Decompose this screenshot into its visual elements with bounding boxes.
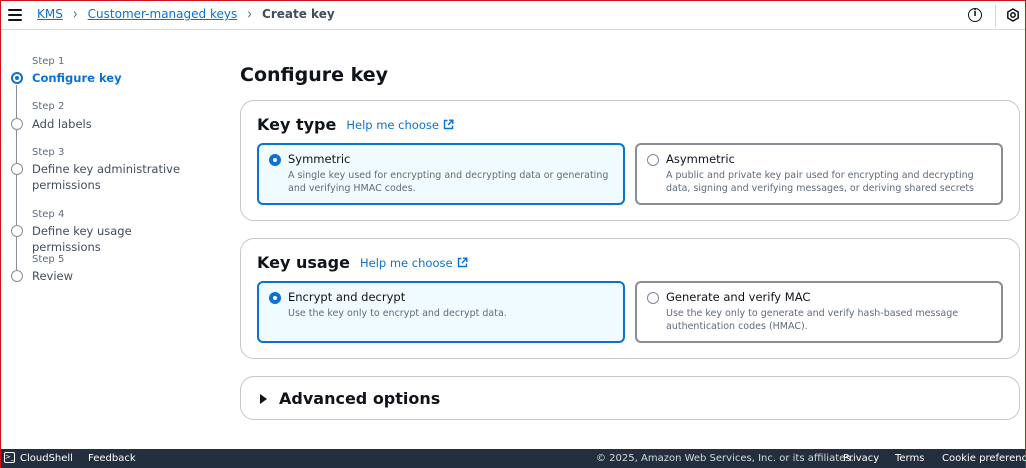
option-title: Generate and verify MAC — [666, 290, 811, 304]
step-label-define-key-usage[interactable]: Define key usage permissions — [32, 223, 202, 255]
page-title: Configure key — [240, 64, 389, 86]
option-title: Symmetric — [288, 152, 351, 166]
option-description: A public and private key pair used for e… — [666, 170, 974, 194]
key-type-help-link[interactable]: Help me choose — [346, 118, 454, 132]
terminal-icon[interactable]: >_ — [4, 452, 15, 463]
step-indicator — [11, 163, 23, 175]
key-type-title: Key type — [257, 115, 337, 134]
key-usage-title: Key usage — [257, 253, 350, 272]
symmetric-option[interactable]: Symmetric A single key used for encrypti… — [257, 143, 625, 205]
advanced-options-panel[interactable]: Advanced options — [240, 376, 1020, 420]
step-number: Step 4 — [32, 209, 65, 220]
info-icon[interactable]: i — [968, 8, 982, 22]
settings-icon[interactable] — [1006, 8, 1020, 22]
key-usage-panel: Key usage Help me choose Encrypt and dec… — [240, 238, 1020, 359]
hamburger-icon[interactable] — [8, 9, 22, 21]
terms-link[interactable]: Terms — [895, 453, 924, 464]
option-description: Use the key only to encrypt and decrypt … — [288, 308, 507, 319]
step-number: Step 1 — [32, 56, 65, 67]
copyright-text: © 2025, Amazon Web Services, Inc. or its… — [596, 453, 854, 464]
asymmetric-radio[interactable] — [647, 154, 659, 166]
step-number: Step 2 — [32, 101, 65, 112]
option-title: Encrypt and decrypt — [288, 290, 406, 304]
advanced-options-title: Advanced options — [279, 389, 441, 408]
help-link-label: Help me choose — [346, 117, 439, 132]
privacy-link[interactable]: Privacy — [843, 453, 879, 464]
step-indicator — [11, 270, 23, 282]
step-indicator — [11, 118, 23, 130]
key-usage-header: Key usage Help me choose — [257, 253, 468, 272]
external-link-icon — [443, 119, 454, 130]
cloudshell-link[interactable]: CloudShell — [20, 453, 73, 464]
cookie-preferences-link[interactable]: Cookie preferences — [942, 453, 1026, 464]
step-label-define-key-admin[interactable]: Define key administrative permissions — [32, 161, 182, 193]
external-link-icon — [457, 257, 468, 268]
option-title: Asymmetric — [666, 152, 735, 166]
step-connector — [16, 130, 17, 164]
step-connector — [16, 85, 17, 119]
help-link-label: Help me choose — [359, 255, 453, 270]
step-number: Step 3 — [32, 147, 65, 158]
generate-verify-mac-option[interactable]: Generate and verify MAC Use the key only… — [635, 281, 1003, 343]
caret-right-icon — [260, 393, 267, 404]
key-type-panel: Key type Help me choose Symmetric A sing… — [240, 100, 1020, 221]
chevron-right-icon: › — [72, 4, 78, 24]
advanced-options-header[interactable]: Advanced options — [260, 389, 440, 408]
divider — [995, 5, 996, 27]
step-connector — [16, 175, 17, 225]
breadcrumb-current: Create key — [262, 7, 335, 21]
step-connector — [16, 237, 17, 271]
generate-verify-mac-radio[interactable] — [647, 292, 659, 304]
step-indicator — [11, 225, 23, 237]
top-navigation-bar: KMS › Customer-managed keys › Create key… — [1, 1, 1025, 30]
step-indicator-active — [11, 72, 23, 84]
step-number: Step 5 — [32, 254, 65, 265]
symmetric-radio[interactable] — [269, 154, 281, 166]
option-description: Use the key only to generate and verify … — [666, 308, 959, 332]
step-label-add-labels[interactable]: Add labels — [32, 116, 202, 132]
breadcrumb: KMS › Customer-managed keys › Create key — [37, 4, 335, 24]
key-type-header: Key type Help me choose — [257, 115, 454, 134]
key-usage-help-link[interactable]: Help me choose — [360, 256, 468, 270]
chevron-right-icon: › — [247, 4, 253, 24]
asymmetric-option[interactable]: Asymmetric A public and private key pair… — [635, 143, 1003, 205]
encrypt-decrypt-option[interactable]: Encrypt and decrypt Use the key only to … — [257, 281, 625, 343]
option-description: A single key used for encrypting and dec… — [288, 170, 609, 194]
console-footer: >_ CloudShell Feedback © 2025, Amazon We… — [1, 449, 1026, 468]
encrypt-decrypt-radio[interactable] — [269, 292, 281, 304]
breadcrumb-kms[interactable]: KMS — [37, 7, 63, 21]
step-label-configure-key[interactable]: Configure key — [32, 70, 202, 86]
breadcrumb-customer-managed-keys[interactable]: Customer-managed keys — [88, 7, 238, 21]
step-label-review[interactable]: Review — [32, 268, 202, 284]
feedback-link[interactable]: Feedback — [88, 453, 136, 464]
